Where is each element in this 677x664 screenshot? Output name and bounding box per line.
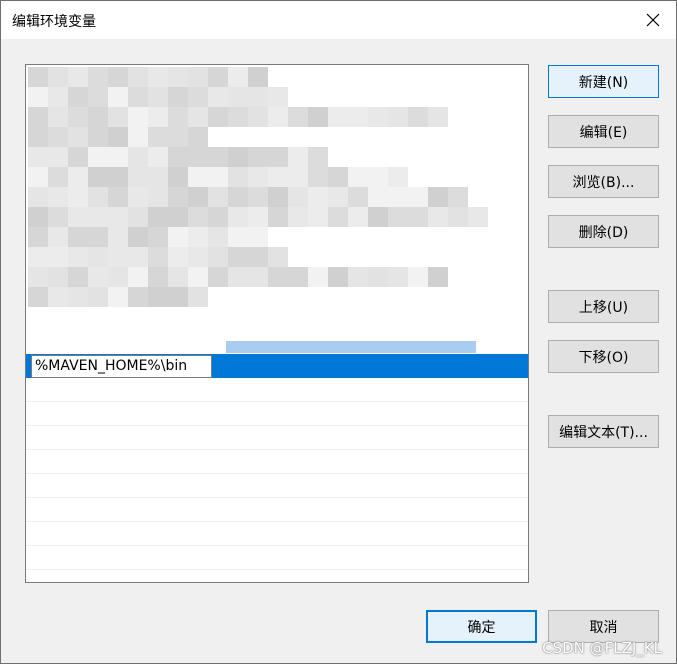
move-up-button[interactable]: 上移(U) [548, 290, 659, 323]
edit-text-button[interactable]: 编辑文本(T)... [548, 415, 659, 448]
close-button[interactable] [630, 1, 676, 39]
new-button[interactable]: 新建(N) [548, 65, 659, 98]
close-icon [646, 13, 660, 27]
list-item[interactable] [26, 450, 528, 474]
ok-button[interactable]: 确定 [426, 610, 537, 643]
edit-env-variable-dialog: 编辑环境变量 %MAVEN_HOME%\bin 新建(N) 编辑(E) 浏览(B… [0, 0, 677, 664]
list-item[interactable] [26, 402, 528, 426]
delete-button[interactable]: 删除(D) [548, 215, 659, 248]
list-item[interactable] [26, 378, 528, 402]
dialog-title: 编辑环境变量 [12, 14, 96, 30]
browse-button[interactable]: 浏览(B)... [548, 165, 659, 198]
list-item[interactable] [26, 546, 528, 570]
title-bar: 编辑环境变量 [1, 1, 676, 39]
list-item[interactable] [26, 474, 528, 498]
list-item[interactable] [26, 426, 528, 450]
move-down-button[interactable]: 下移(O) [548, 340, 659, 373]
blurred-entries [26, 65, 528, 353]
entry-edit-input[interactable]: %MAVEN_HOME%\bin [31, 355, 212, 378]
edit-button[interactable]: 编辑(E) [548, 115, 659, 148]
list-item[interactable] [26, 498, 528, 522]
watermark-text: CSDN @FLZJ_KL [542, 639, 662, 657]
list-item[interactable] [26, 522, 528, 546]
list-item[interactable] [26, 570, 528, 582]
path-entries-list[interactable]: %MAVEN_HOME%\bin [25, 64, 529, 583]
